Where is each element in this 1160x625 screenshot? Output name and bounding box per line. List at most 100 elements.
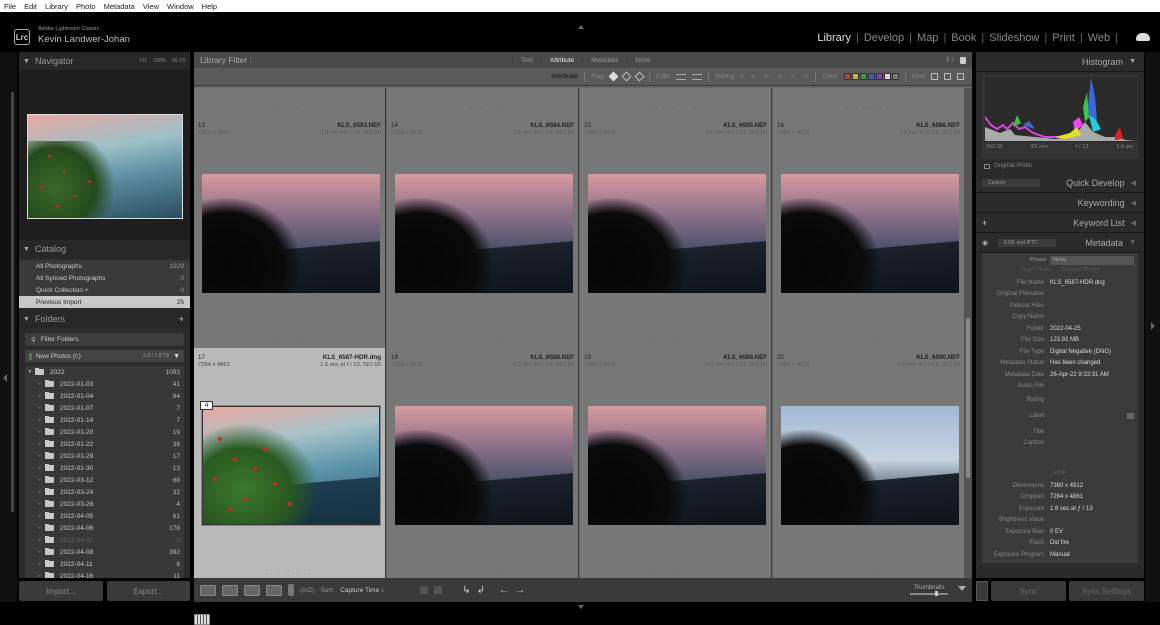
expand-triangle-icon[interactable]: ▸ bbox=[35, 429, 45, 435]
rating-dots[interactable]: · · · · · bbox=[387, 335, 578, 342]
volume-menu-icon[interactable]: ▼ bbox=[173, 353, 180, 360]
right-panel-toggle-icon[interactable] bbox=[1151, 322, 1155, 330]
color-label-swatch[interactable] bbox=[891, 73, 899, 80]
metadata-value[interactable]: Digital Negative (DNG) bbox=[1050, 349, 1138, 355]
catalog-item[interactable]: All Photographs 1929 bbox=[19, 260, 190, 272]
expand-triangle-icon[interactable]: ▸ bbox=[35, 573, 45, 578]
expand-triangle-icon[interactable]: ▸ bbox=[35, 525, 45, 531]
star-icon[interactable]: ★ bbox=[802, 72, 809, 81]
next-photo-icon[interactable]: → bbox=[515, 585, 525, 596]
folder-item[interactable]: ▸ 2022-01-20 19 bbox=[25, 426, 184, 438]
menu-library[interactable]: Library bbox=[45, 2, 68, 11]
menu-edit[interactable]: Edit bbox=[24, 2, 37, 11]
thumbnail-cell[interactable]: 18 KLS_6588.NEF 7360 x 4912 6.0 sec at f / … bbox=[387, 348, 579, 578]
metadata-header[interactable]: ◉ EXIF and IPTC Metadata ▼ bbox=[976, 233, 1144, 253]
rating-operator[interactable]: ≥ bbox=[740, 73, 744, 80]
rating-dots[interactable]: · · · · · bbox=[580, 567, 771, 574]
original-photo-toggle[interactable]: Original Photo bbox=[976, 159, 1144, 173]
quick-develop-header[interactable]: Custom Quick Develop ◀ bbox=[976, 173, 1144, 193]
import-button[interactable]: Import... bbox=[19, 581, 103, 601]
menu-window[interactable]: Window bbox=[167, 2, 194, 11]
filter-tab-metadata[interactable]: Metadata bbox=[582, 56, 626, 64]
thumbnail-cell[interactable]: 15 KLS_6585.NEF 7360 x 4912 1.6 sec at f / … bbox=[580, 116, 772, 348]
grid-scrollbar[interactable] bbox=[964, 88, 972, 578]
navigator-image[interactable] bbox=[27, 114, 183, 219]
unedited-icon[interactable] bbox=[692, 73, 703, 80]
color-label-swatch[interactable] bbox=[883, 73, 891, 80]
histogram-header[interactable]: Histogram ▼ bbox=[976, 52, 1144, 72]
expand-triangle-icon[interactable]: ▸ bbox=[35, 405, 45, 411]
flag-picked-icon[interactable] bbox=[608, 71, 619, 82]
color-label-swatch[interactable] bbox=[867, 73, 875, 80]
star-icon[interactable]: ★ bbox=[763, 72, 770, 81]
expand-triangle-icon[interactable]: ▸ bbox=[35, 393, 45, 399]
filter-tab-none[interactable]: None bbox=[626, 56, 659, 64]
loupe-view-icon[interactable] bbox=[200, 584, 216, 596]
folder-item[interactable]: ▸ 2022-01-03 41 bbox=[25, 378, 184, 390]
zoom-custom[interactable]: 66.7% bbox=[172, 58, 186, 64]
kind-video-icon[interactable] bbox=[957, 73, 964, 80]
folder-item[interactable]: ▸ 2022-04-16 11 bbox=[25, 570, 184, 578]
thumbnail-cell[interactable]: 13 KLS_6583.NEF 7360 x 4912 3.0 sec at f / … bbox=[194, 116, 386, 348]
module-develop[interactable]: Develop bbox=[859, 32, 909, 44]
sync-button[interactable]: Sync bbox=[991, 581, 1066, 601]
thumbnail-image[interactable] bbox=[395, 406, 573, 525]
catalog-item[interactable]: All Synced Photographs 0 bbox=[19, 272, 190, 284]
expand-triangle-icon[interactable]: ▸ bbox=[35, 441, 45, 447]
flag-unflagged-icon[interactable] bbox=[621, 71, 632, 82]
menu-file[interactable]: File bbox=[4, 2, 16, 11]
expand-triangle-icon[interactable]: ▸ bbox=[35, 549, 45, 555]
expand-triangle-icon[interactable]: ▸ bbox=[35, 489, 45, 495]
thumbnail-cell[interactable]: 16 KLS_6586.NEF 7360 x 4912 1.6 sec at f / … bbox=[773, 116, 964, 348]
filter-tab-text[interactable]: Text bbox=[512, 56, 541, 64]
zoom-100[interactable]: 100% bbox=[153, 58, 166, 64]
previous-photo-icon[interactable]: ← bbox=[499, 585, 509, 596]
filter-preset[interactable]: 1 ↕ bbox=[946, 57, 954, 63]
module-library[interactable]: Library bbox=[812, 32, 856, 44]
kind-virtual-icon[interactable] bbox=[944, 73, 951, 80]
thumbnail-image[interactable] bbox=[395, 174, 573, 293]
folder-item[interactable]: ▸ 2022-01-30 13 bbox=[25, 462, 184, 474]
painter-icon[interactable] bbox=[288, 584, 294, 596]
module-web[interactable]: Web bbox=[1083, 32, 1115, 44]
survey-view-icon[interactable] bbox=[244, 584, 260, 596]
star-icon[interactable]: ★ bbox=[750, 72, 757, 81]
folder-item[interactable]: ▸ 2022-01-22 38 bbox=[25, 438, 184, 450]
thumbnail-size-slider[interactable] bbox=[910, 591, 948, 596]
module-map[interactable]: Map bbox=[912, 32, 943, 44]
rating-dots[interactable]: · · · · · bbox=[194, 567, 385, 574]
people-view-icon[interactable] bbox=[266, 584, 282, 596]
filter-folders-input[interactable]: ⚲ Filter Folders bbox=[25, 333, 184, 346]
folder-item[interactable]: ▸ 2022-01-07 7 bbox=[25, 402, 184, 414]
volume-row[interactable]: New Photos (I:) 6.8 / 1.8 TB ▼ bbox=[25, 350, 184, 362]
sort-direction-icon[interactable]: (A/Z) bbox=[300, 587, 314, 594]
folder-item[interactable]: ▸ 2022-04-07 0 bbox=[25, 534, 184, 546]
auto-sync-toggle[interactable] bbox=[976, 581, 988, 601]
scroll-thumb[interactable] bbox=[966, 318, 970, 478]
folder-item[interactable]: ▸ 2022-03-24 32 bbox=[25, 486, 184, 498]
thumbnail-image[interactable] bbox=[588, 174, 766, 293]
catalog-header[interactable]: ▼ Catalog bbox=[19, 240, 190, 258]
add-folder-icon[interactable]: + bbox=[179, 314, 190, 324]
metadata-eye-icon[interactable]: ◉ bbox=[982, 239, 988, 247]
expand-triangle-icon[interactable]: ▸ bbox=[35, 477, 45, 483]
folder-item[interactable]: ▸ 2022-04-05 61 bbox=[25, 510, 184, 522]
star-icon[interactable]: ★ bbox=[789, 72, 796, 81]
compare-view-icon[interactable] bbox=[222, 584, 238, 596]
selected-photos-tab[interactable]: Selected Photos bbox=[1061, 267, 1101, 277]
saved-preset-select[interactable]: Custom bbox=[982, 178, 1040, 187]
menu-metadata[interactable]: Metadata bbox=[104, 2, 135, 11]
rotate-right-icon[interactable]: ↲ bbox=[477, 585, 485, 596]
rating-dots[interactable]: · · · · · bbox=[580, 335, 771, 342]
thumbnail-image[interactable] bbox=[781, 406, 959, 525]
folder-item[interactable]: ▸ 2022-03-12 68 bbox=[25, 474, 184, 486]
folder-item[interactable]: ▸ 2022-04-11 8 bbox=[25, 558, 184, 570]
left-panel-toggle-icon[interactable] bbox=[3, 374, 7, 382]
left-panel-scrollbar[interactable] bbox=[11, 92, 14, 512]
folder-item[interactable]: ▸ 2022-01-04 84 bbox=[25, 390, 184, 402]
menu-view[interactable]: View bbox=[143, 2, 159, 11]
color-label-swatch[interactable] bbox=[859, 73, 867, 80]
edited-icon[interactable] bbox=[676, 73, 687, 80]
color-label-swatch[interactable] bbox=[875, 73, 883, 80]
thumbnail-cell[interactable]: 20 KLS_6590.NEF 7360 x 4912 4.0 sec at f / … bbox=[773, 348, 964, 578]
